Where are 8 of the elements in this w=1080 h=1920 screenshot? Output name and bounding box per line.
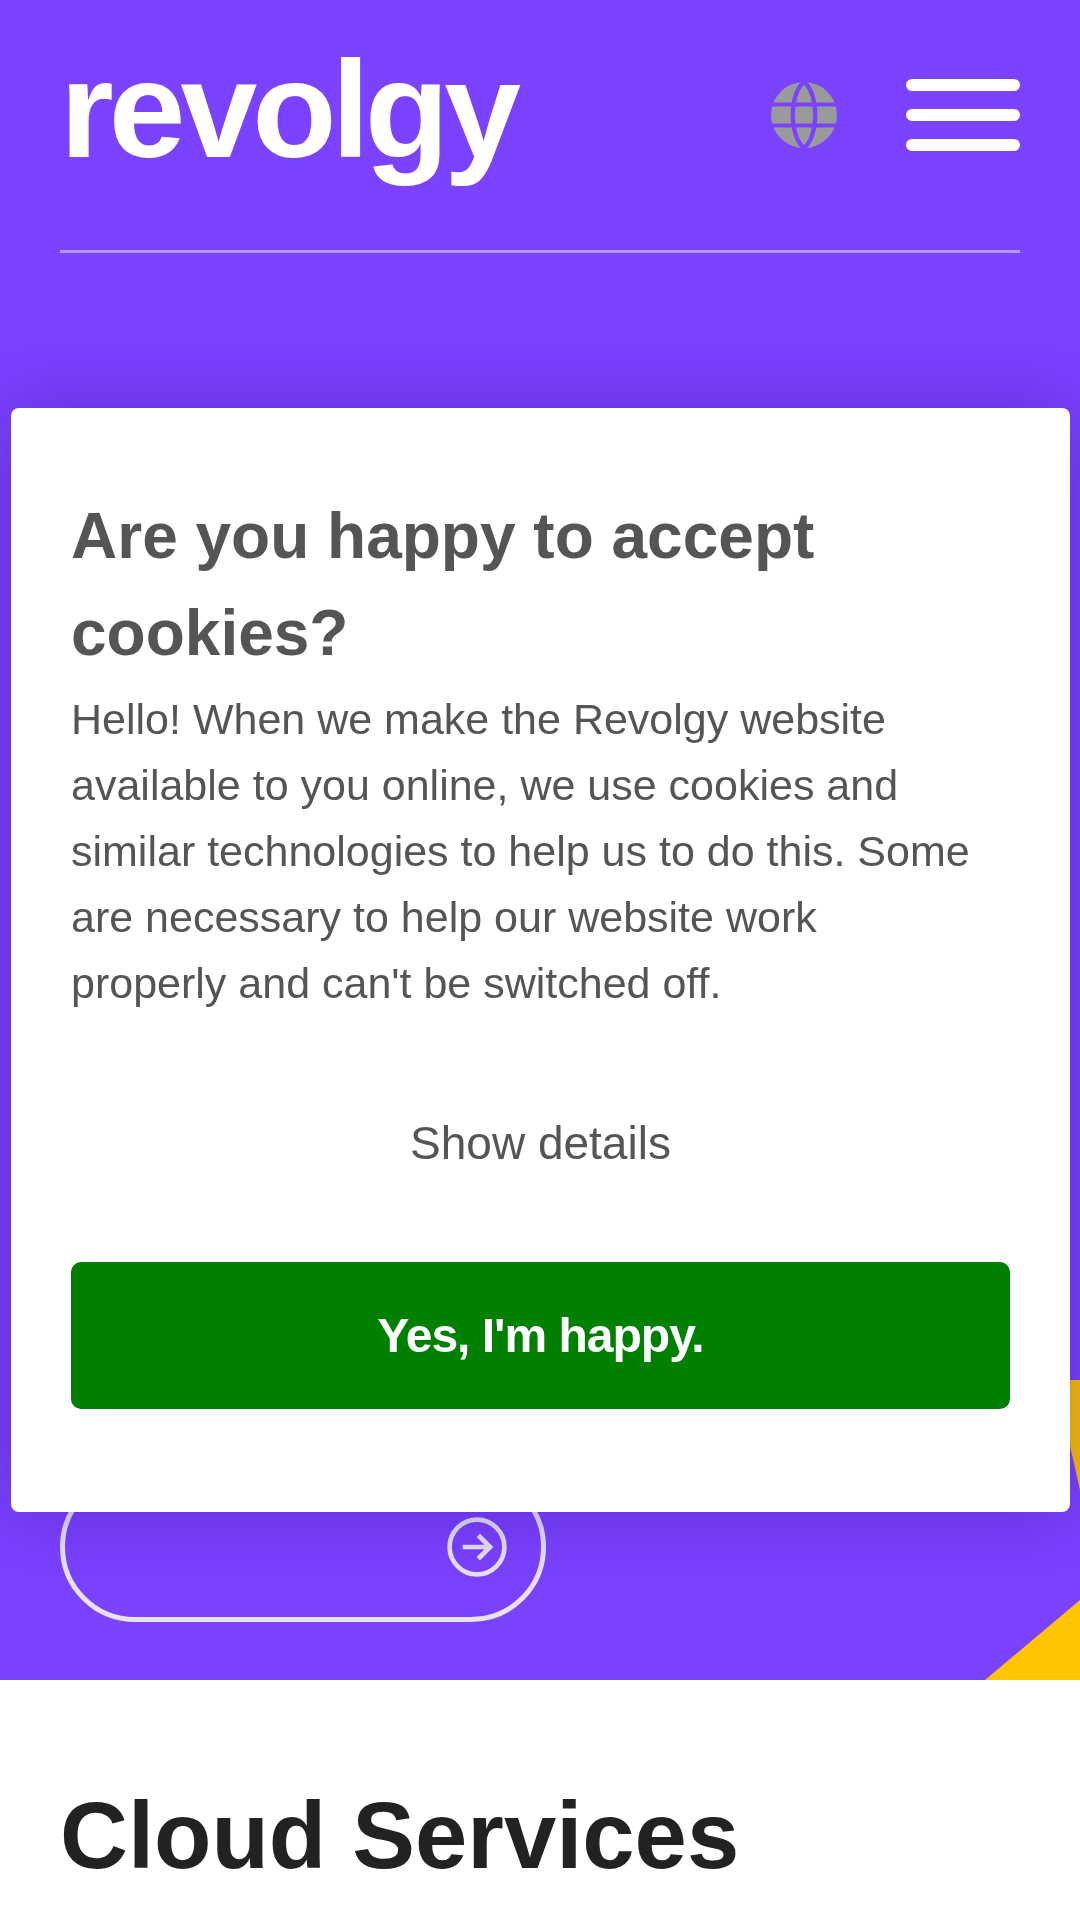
dialog-title: Are you happy to accept cookies? xyxy=(71,499,816,671)
section-title: Cloud Services xyxy=(60,1782,741,1890)
logo[interactable]: revolgy xyxy=(60,20,524,200)
arrow-right-icon xyxy=(447,1517,507,1577)
show-details-link[interactable]: Show details xyxy=(410,1116,671,1170)
accept-button[interactable]: Yes, I'm happy. xyxy=(71,1262,1010,1409)
dialog-text: Hello! When we make the Revolgy website available to you online, we use cookies and similar technologies to help us to do this. Some are necessary to help our website work properly and can't be switched off. xyxy=(71,694,971,1009)
menu-icon[interactable] xyxy=(906,79,1020,151)
